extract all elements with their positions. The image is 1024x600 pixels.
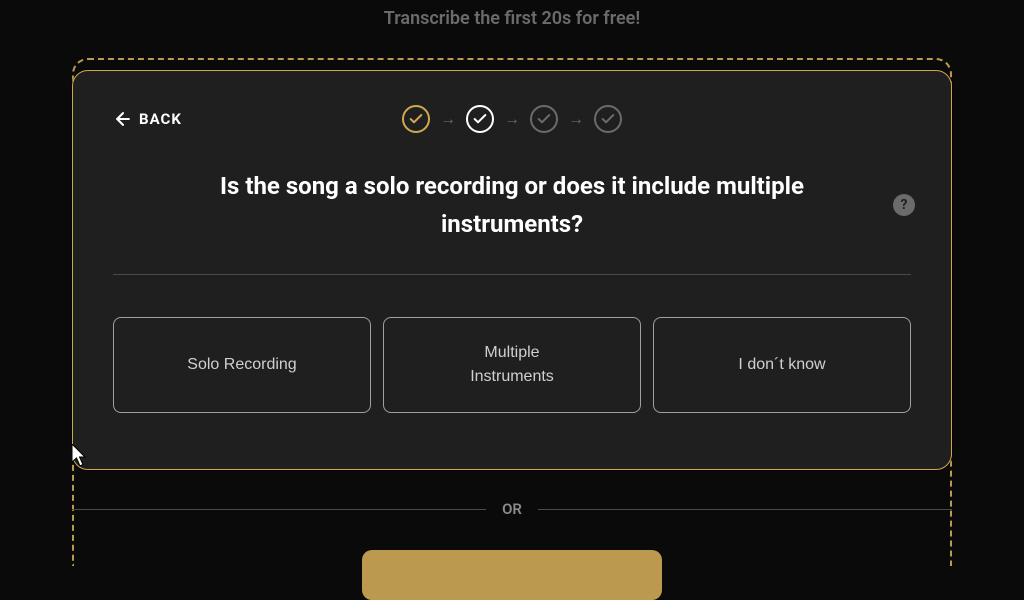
question-mark-icon: ? <box>901 197 908 213</box>
option-label: Multiple Instruments <box>470 341 554 389</box>
or-label: OR <box>502 500 522 518</box>
question-modal: BACK → → → Is the song a solo recording … <box>72 70 952 470</box>
check-icon <box>472 111 488 127</box>
option-solo-recording[interactable]: Solo Recording <box>113 317 371 413</box>
divider-line <box>72 509 486 510</box>
check-icon <box>408 111 424 127</box>
step-2 <box>466 105 494 133</box>
divider-line <box>538 509 952 510</box>
divider <box>113 274 911 275</box>
modal-header: BACK → → → <box>113 101 911 137</box>
option-multiple-instruments[interactable]: Multiple Instruments <box>383 317 641 413</box>
step-arrow-icon: → <box>504 109 520 129</box>
alternate-action-button[interactable] <box>362 550 662 600</box>
promo-banner: Transcribe the first 20s for free! <box>0 0 1024 49</box>
progress-stepper: → → → <box>402 105 622 133</box>
check-icon <box>600 111 616 127</box>
back-label: BACK <box>139 110 182 128</box>
promo-text: Transcribe the first 20s for free! <box>384 8 640 29</box>
step-arrow-icon: → <box>440 109 456 129</box>
options-row: Solo Recording Multiple Instruments I do… <box>113 317 911 413</box>
help-button[interactable]: ? <box>893 194 915 216</box>
option-label: Solo Recording <box>187 353 296 377</box>
arrow-left-icon <box>113 109 133 129</box>
step-arrow-icon: → <box>568 109 584 129</box>
option-dont-know[interactable]: I don´t know <box>653 317 911 413</box>
question-text: Is the song a solo recording or does it … <box>113 167 911 244</box>
question-row: Is the song a solo recording or does it … <box>113 167 911 244</box>
back-button[interactable]: BACK <box>113 109 182 129</box>
or-divider: OR <box>72 500 952 518</box>
step-3 <box>530 105 558 133</box>
step-1 <box>402 105 430 133</box>
option-label: I don´t know <box>738 353 825 377</box>
step-4 <box>594 105 622 133</box>
check-icon <box>536 111 552 127</box>
